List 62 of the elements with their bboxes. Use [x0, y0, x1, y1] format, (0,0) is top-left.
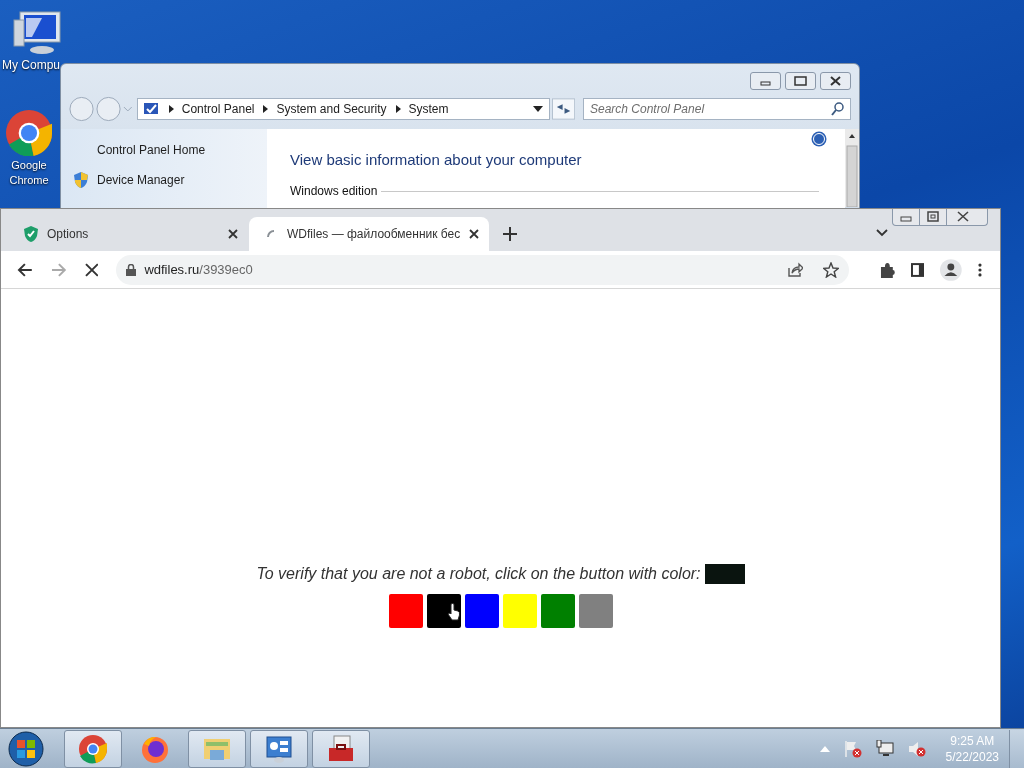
computer-icon: [12, 10, 62, 56]
loading-spinner-icon: [267, 230, 275, 238]
breadcrumb-item[interactable]: Control Panel: [181, 102, 255, 116]
share-icon[interactable]: [786, 261, 803, 278]
color-button[interactable]: [502, 594, 537, 628]
url-text: wdfiles.ru/3939ec0: [144, 262, 253, 277]
control-panel-icon: [264, 733, 294, 764]
url-field[interactable]: wdfiles.ru/3939ec0: [116, 254, 849, 285]
breadcrumb-arrow-icon[interactable]: [261, 104, 270, 114]
color-button[interactable]: [578, 594, 613, 628]
extensions-icon[interactable]: [878, 261, 895, 278]
start-button[interactable]: [6, 728, 46, 768]
browser-tab[interactable]: WDfiles — файлообменник бес: [249, 217, 489, 251]
tab-search-icon[interactable]: [876, 229, 888, 237]
search-field[interactable]: Search Control Panel: [583, 98, 851, 120]
desktop-icon-label[interactable]: Google Chrome: [0, 158, 58, 188]
shield-icon: [23, 225, 39, 243]
search-icon: [831, 102, 845, 116]
menu-icon[interactable]: [978, 262, 982, 277]
profile-icon[interactable]: [940, 258, 963, 281]
chrome-icon: [78, 733, 108, 764]
close-tab-icon[interactable]: [227, 228, 239, 240]
desktop-icon-label[interactable]: My Compu: [0, 58, 60, 73]
toolbox-taskbar-button[interactable]: [312, 729, 370, 768]
control-panel-icon: [141, 101, 160, 117]
close-tab-icon[interactable]: [468, 228, 481, 240]
browser-tab[interactable]: Options: [9, 217, 249, 251]
dropdown-icon[interactable]: [532, 106, 543, 112]
close-button[interactable]: [820, 72, 851, 90]
sidebar-link[interactable]: Device Manager: [97, 173, 185, 187]
captcha-prompt: To verify that you are not a robot, click on the button with color:: [256, 565, 701, 583]
address-bar[interactable]: Control Panel System and Security System: [136, 98, 550, 120]
breadcrumb-item[interactable]: System and Security: [276, 102, 387, 116]
muted-speaker-icon[interactable]: [907, 739, 926, 758]
minimize-button[interactable]: [750, 72, 781, 90]
folder-taskbar-button[interactable]: [188, 729, 246, 768]
refresh-button[interactable]: [551, 98, 575, 120]
color-button[interactable]: [388, 594, 423, 628]
sidebar-link[interactable]: Control Panel Home: [97, 143, 206, 157]
new-tab-icon[interactable]: [503, 227, 517, 241]
scrollbar[interactable]: [845, 129, 859, 207]
color-button[interactable]: [540, 594, 575, 628]
bookmark-star-icon[interactable]: [822, 261, 839, 278]
lock-icon: [126, 263, 137, 276]
chrome-taskbar-button[interactable]: [64, 729, 122, 768]
breadcrumb-arrow-icon[interactable]: [166, 104, 175, 114]
section-label: Windows edition: [290, 184, 378, 198]
hand-cursor-icon: [447, 603, 461, 621]
stop-loading-icon[interactable]: [84, 262, 99, 277]
action-center-flag-icon[interactable]: [843, 739, 862, 758]
color-button[interactable]: [464, 594, 499, 628]
toolbox-icon: [326, 733, 356, 764]
shield-icon: [73, 171, 89, 189]
control-panel-taskbar-button[interactable]: [250, 729, 308, 768]
network-icon[interactable]: [875, 739, 894, 758]
breadcrumb-arrow-icon[interactable]: [393, 104, 402, 114]
chrome-shortcut-icon: [6, 110, 52, 156]
maximize-button[interactable]: [785, 72, 816, 90]
breadcrumb-item[interactable]: System: [408, 102, 449, 116]
side-panel-icon[interactable]: [910, 262, 925, 277]
page-heading: View basic information about your computer: [290, 151, 583, 168]
back-icon[interactable]: [17, 262, 33, 277]
